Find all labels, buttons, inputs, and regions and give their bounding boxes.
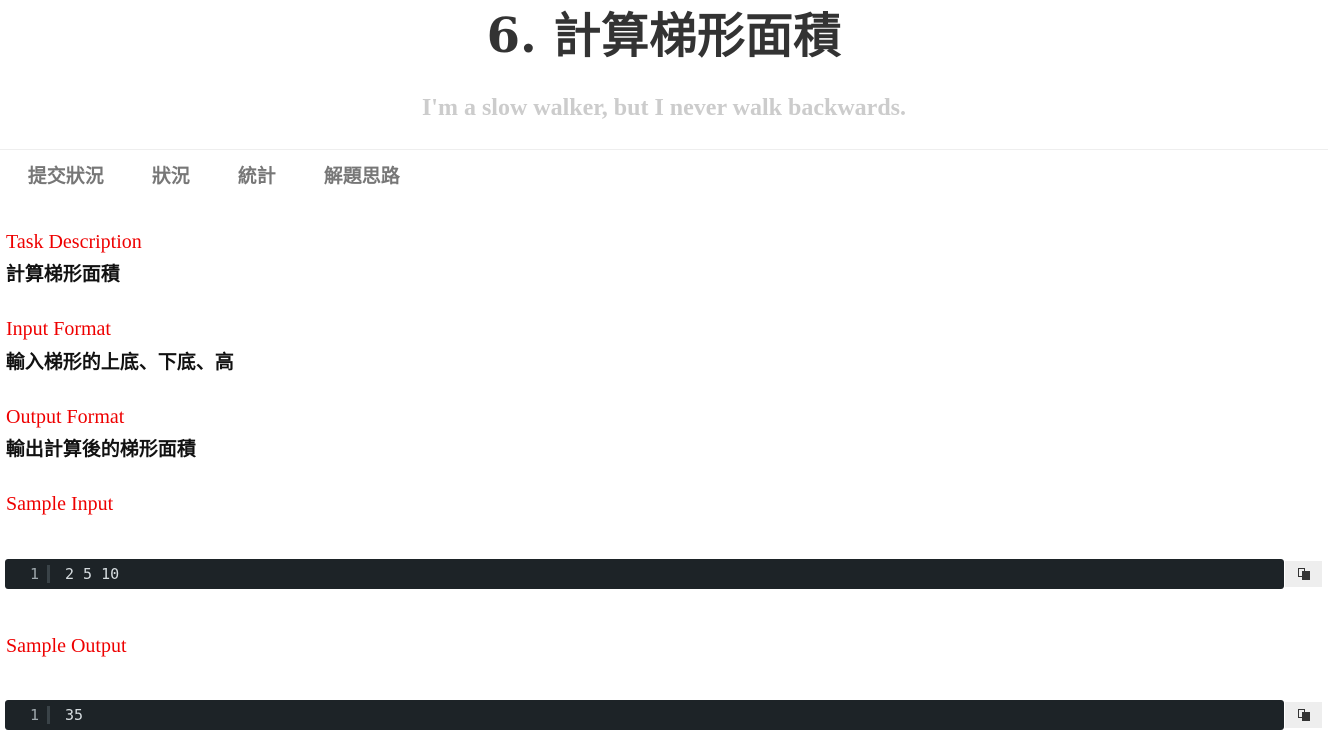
sample-input-label: Sample Input	[6, 493, 114, 515]
sample-output-code: 35	[65, 706, 84, 724]
tab-status[interactable]: 狀況	[136, 150, 206, 202]
copy-sample-output-button[interactable]	[1285, 702, 1322, 728]
task-description-text: 計算梯形面積	[6, 263, 121, 285]
line-number: 1	[5, 706, 50, 724]
tab-submission-status[interactable]: 提交狀況	[12, 150, 120, 202]
sample-output-code-block: 1 35	[5, 700, 1284, 730]
copy-sample-input-button[interactable]	[1285, 561, 1322, 587]
line-number: 1	[5, 565, 50, 583]
problem-tabs: 提交狀況 狀況 統計 解題思路	[0, 150, 432, 202]
tab-solution-ideas[interactable]: 解題思路	[308, 150, 416, 202]
copy-icon	[1297, 568, 1310, 580]
output-format-label: Output Format	[6, 406, 125, 428]
sample-output-label: Sample Output	[6, 635, 127, 657]
sample-input-code-block: 1 2 5 10	[5, 559, 1284, 589]
output-format-text: 輸出計算後的梯形面積	[6, 438, 197, 460]
tab-statistics[interactable]: 統計	[222, 150, 292, 202]
task-description-label: Task Description	[6, 231, 142, 253]
page-title: 6. 計算梯形面積	[486, 8, 842, 64]
sample-input-code: 2 5 10	[65, 565, 120, 583]
tagline: I'm a slow walker, but I never walk back…	[421, 95, 907, 121]
input-format-label: Input Format	[6, 318, 111, 340]
copy-icon	[1297, 709, 1310, 721]
input-format-text: 輸入梯形的上底、下底、高	[6, 351, 235, 373]
